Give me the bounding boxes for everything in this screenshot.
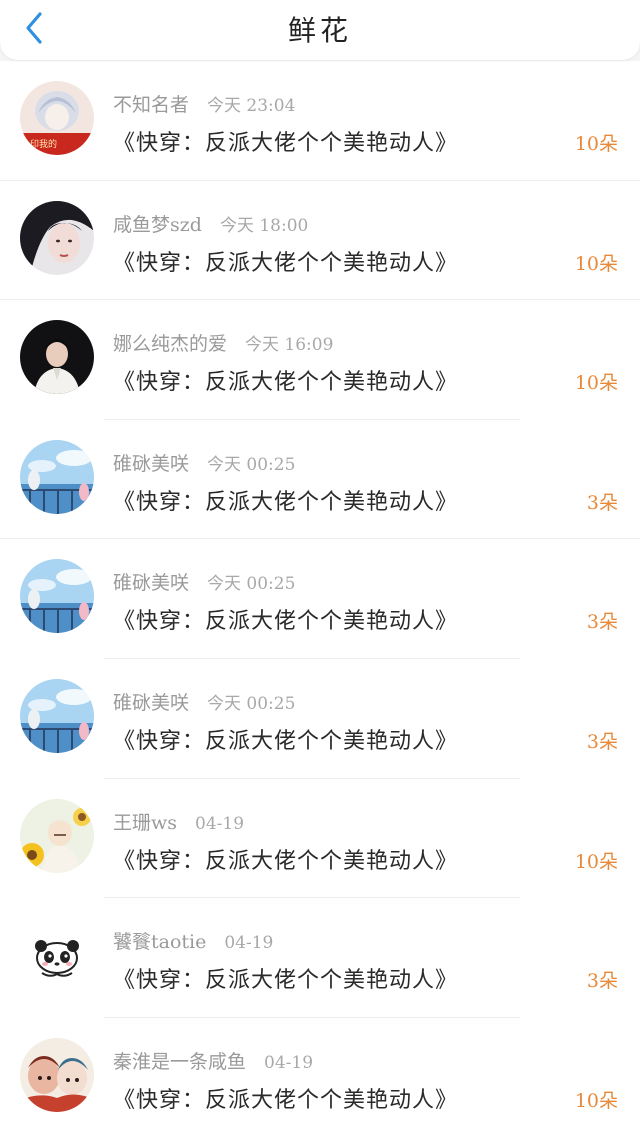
list-item[interactable]: 秦淮是一条咸鱼 04-19 《快穿：反派大佬个个美艳动人》 10朵 — [0, 1018, 640, 1137]
user-avatar[interactable] — [20, 918, 94, 993]
user-avatar[interactable] — [20, 1037, 94, 1112]
book-title[interactable]: 《快穿：反派大佬个个美艳动人》 — [113, 364, 458, 396]
flower-gift-list: 印我的 不知名者 今天 23:04 《快穿：反派大佬个个美艳动人》 10朵 咸鱼梦… — [0, 61, 640, 1137]
username[interactable]: 娜么纯杰的爱 — [113, 333, 227, 355]
user-avatar[interactable] — [20, 678, 94, 753]
username[interactable]: 碓砯美咲 — [113, 453, 189, 475]
username[interactable]: 王珊ws — [113, 812, 177, 834]
list-item[interactable]: 饕餮taotie 04-19 《快穿：反派大佬个个美艳动人》 3朵 — [0, 898, 640, 1018]
username[interactable]: 不知名者 — [113, 94, 189, 116]
timestamp: 04-19 — [264, 1052, 314, 1073]
list-item[interactable]: 碓砯美咲 今天 00:25 《快穿：反派大佬个个美艳动人》 3朵 — [0, 539, 640, 659]
user-avatar[interactable]: 印我的 — [20, 81, 94, 155]
page-title: 鲜花 — [287, 14, 352, 47]
user-avatar[interactable] — [20, 439, 94, 514]
username[interactable]: 饕餮taotie — [113, 931, 206, 953]
book-title[interactable]: 《快穿：反派大佬个个美艳动人》 — [113, 484, 458, 516]
timestamp: 今天 16:09 — [245, 335, 334, 356]
flower-count: 10朵 — [574, 252, 618, 275]
svg-text:印我的: 印我的 — [30, 138, 57, 150]
username[interactable]: 碓砯美咲 — [113, 572, 189, 594]
top-bar: 鲜花 — [0, 0, 640, 60]
book-title[interactable]: 《快穿：反派大佬个个美艳动人》 — [113, 843, 458, 875]
user-avatar[interactable] — [20, 559, 94, 634]
user-avatar[interactable] — [20, 320, 94, 395]
username[interactable]: 碓砯美咲 — [113, 692, 189, 714]
user-avatar[interactable] — [20, 798, 94, 873]
flower-count: 10朵 — [574, 850, 618, 873]
flower-count: 3朵 — [586, 611, 618, 634]
flower-count: 3朵 — [586, 730, 618, 753]
user-avatar[interactable] — [20, 200, 94, 275]
timestamp: 今天 00:25 — [207, 454, 296, 475]
book-title[interactable]: 《快穿：反派大佬个个美艳动人》 — [113, 245, 458, 277]
book-title[interactable]: 《快穿：反派大佬个个美艳动人》 — [113, 125, 458, 157]
flower-count: 10朵 — [574, 133, 618, 155]
timestamp: 今天 18:00 — [219, 215, 309, 236]
book-title[interactable]: 《快穿：反派大佬个个美艳动人》 — [113, 723, 458, 755]
book-title[interactable]: 《快穿：反派大佬个个美艳动人》 — [113, 603, 458, 635]
list-item[interactable]: 碓砯美咲 今天 00:25 《快穿：反派大佬个个美艳动人》 3朵 — [0, 659, 640, 779]
list-item[interactable]: 王珊ws 04-19 《快穿：反派大佬个个美艳动人》 10朵 — [0, 779, 640, 899]
flower-count: 10朵 — [574, 1089, 618, 1112]
list-item[interactable]: 娜么纯杰的爱 今天 16:09 《快穿：反派大佬个个美艳动人》 10朵 — [0, 300, 640, 420]
flower-count: 10朵 — [574, 372, 618, 395]
flower-count: 3朵 — [586, 970, 618, 993]
book-title[interactable]: 《快穿：反派大佬个个美艳动人》 — [113, 962, 458, 994]
username[interactable]: 秦淮是一条咸鱼 — [113, 1051, 246, 1073]
list-item[interactable]: 碓砯美咲 今天 00:25 《快穿：反派大佬个个美艳动人》 3朵 — [0, 420, 640, 540]
timestamp: 今天 23:04 — [207, 96, 296, 116]
timestamp: 04-19 — [224, 933, 274, 954]
timestamp: 今天 00:25 — [207, 574, 296, 595]
book-title[interactable]: 《快穿：反派大佬个个美艳动人》 — [113, 1082, 458, 1114]
username[interactable]: 咸鱼梦szd — [113, 214, 202, 236]
timestamp: 今天 00:25 — [207, 693, 296, 714]
list-item[interactable]: 咸鱼梦szd 今天 18:00 《快穿：反派大佬个个美艳动人》 10朵 — [0, 181, 640, 301]
list-item[interactable]: 印我的 不知名者 今天 23:04 《快穿：反派大佬个个美艳动人》 10朵 — [0, 61, 640, 181]
flower-count: 3朵 — [586, 491, 618, 514]
timestamp: 04-19 — [195, 813, 245, 834]
